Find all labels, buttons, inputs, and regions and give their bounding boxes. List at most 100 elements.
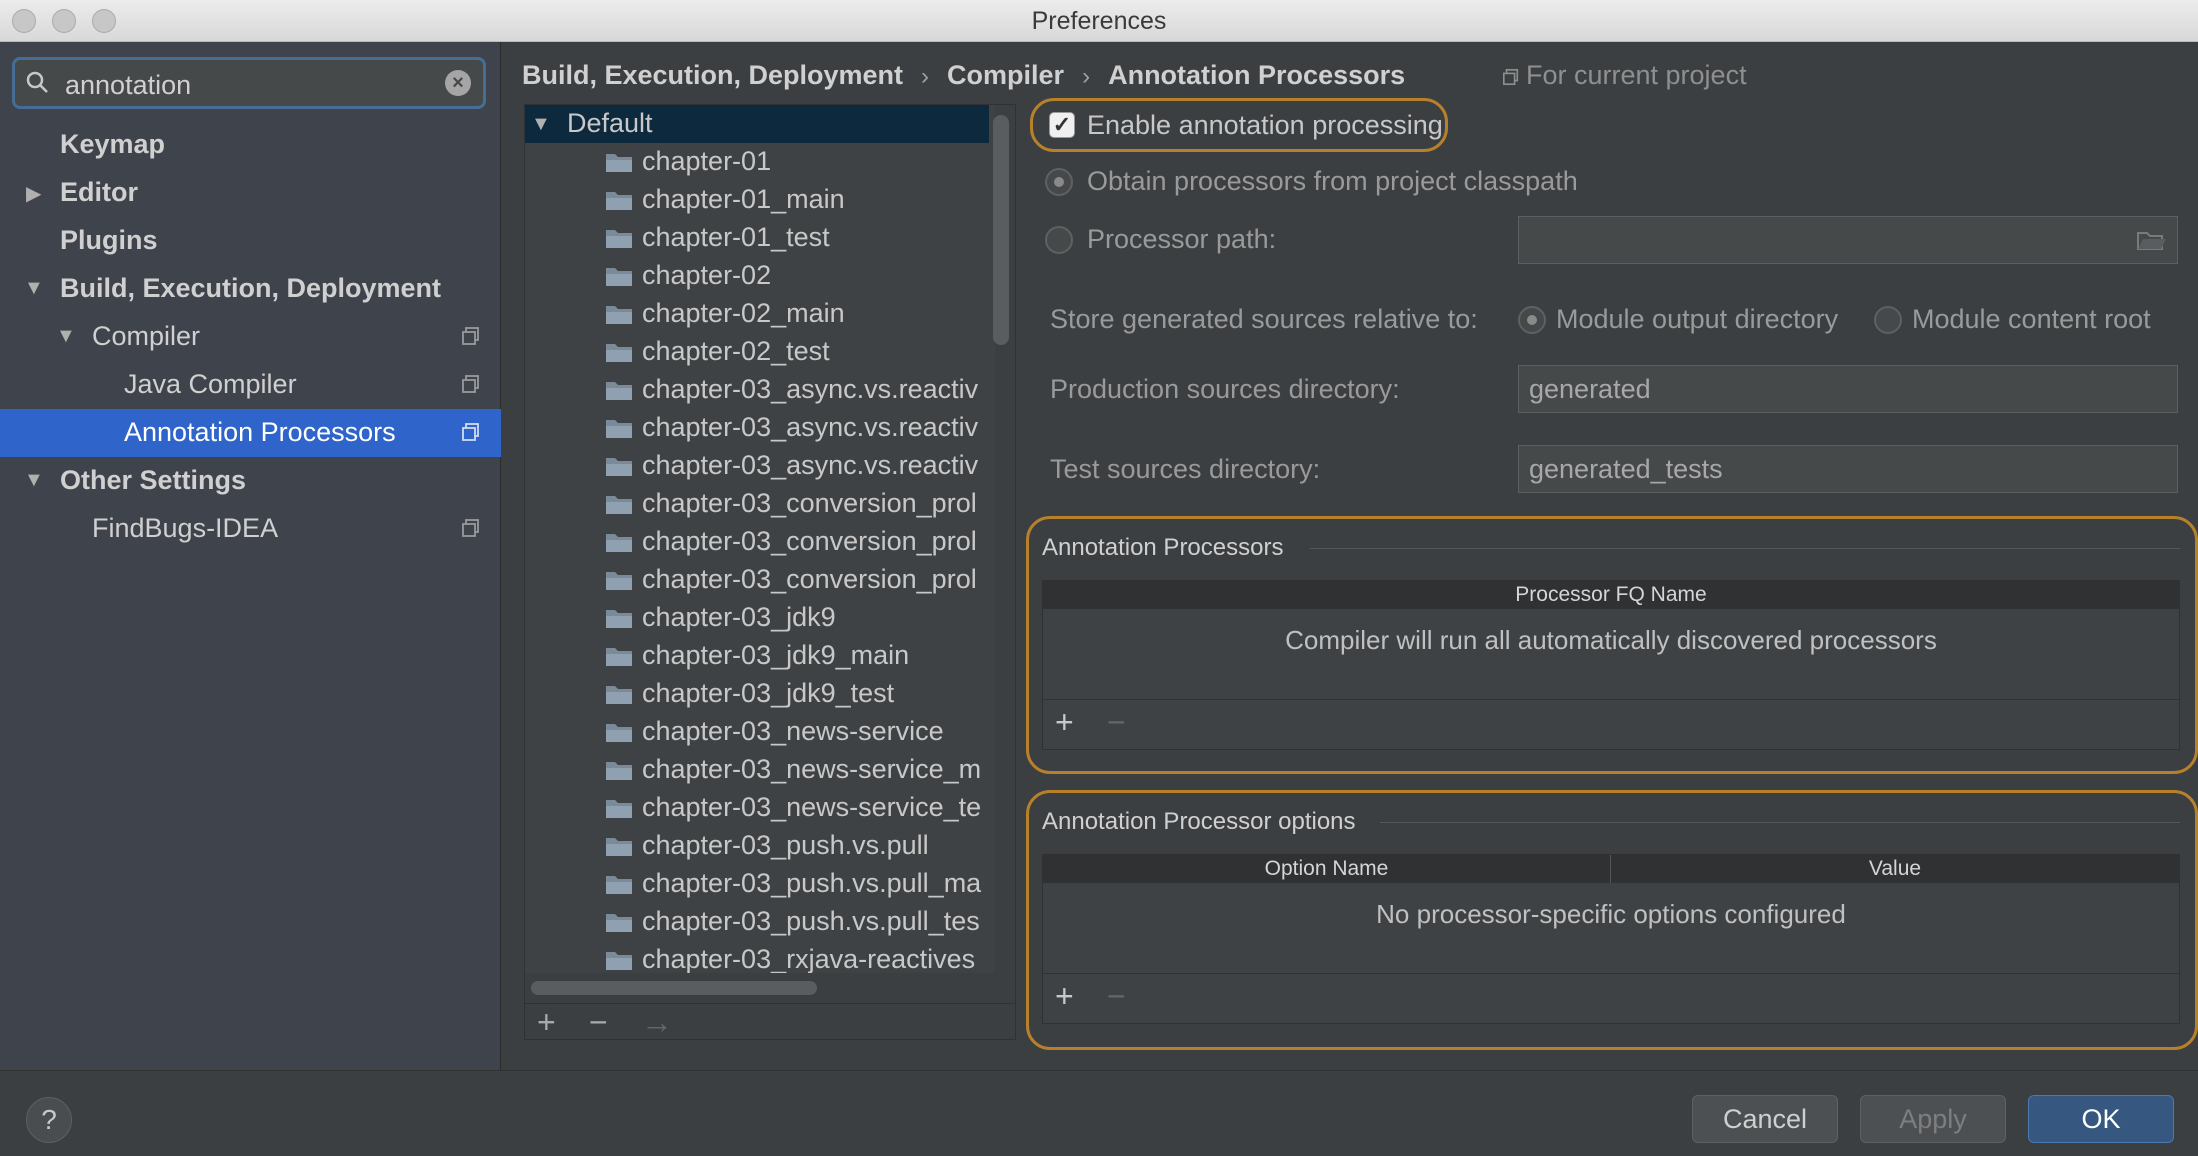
project-scope-icon (1502, 68, 1519, 86)
module-output-label: Module output directory (1556, 304, 1839, 334)
processor-fq-name-header[interactable]: Processor FQ Name (1043, 581, 2179, 609)
tree-item[interactable]: chapter-01 (525, 143, 995, 181)
tree-item-label: chapter-01_main (642, 184, 845, 214)
tree-item-label: chapter-03_news-service_m (642, 754, 982, 784)
module-folder-icon (606, 268, 632, 286)
obtain-from-classpath-label: Obtain processors from project classpath (1087, 166, 1578, 196)
test-sources-label: Test sources directory: (1050, 454, 1321, 484)
tree-item-label: chapter-03_push.vs.pull (642, 830, 929, 860)
remove-module-icon[interactable]: − (589, 1004, 608, 1041)
obtain-from-classpath-radio[interactable] (1045, 168, 1073, 196)
collapse-arrow-icon[interactable]: ▼ (531, 113, 551, 136)
module-content-radio[interactable] (1874, 306, 1902, 334)
sidebar-item-annotation-processors[interactable]: Annotation Processors (0, 409, 501, 457)
project-scope-icon (462, 327, 479, 345)
remove-processor-icon[interactable]: − (1107, 704, 1126, 741)
sidebar-item-label: Keymap (60, 129, 166, 159)
production-sources-field[interactable]: generated (1518, 365, 2178, 413)
sidebar-item-build-execution-deployment[interactable]: ▼ Build, Execution, Deployment (0, 265, 501, 313)
test-sources-field[interactable]: generated_tests (1518, 445, 2178, 493)
settings-content: Build, Execution, Deployment › Compiler › An… (502, 42, 2198, 1070)
sidebar-item-label: FindBugs-IDEA (92, 513, 279, 543)
collapse-arrow-icon[interactable]: ▼ (24, 469, 44, 492)
module-output-radio[interactable] (1518, 306, 1546, 334)
sidebar-item-label: Build, Execution, Deployment (60, 273, 442, 303)
tree-item[interactable]: chapter-03_async.vs.reactiv (525, 409, 995, 447)
tree-horizontal-scrollbar[interactable] (531, 981, 817, 995)
tree-item[interactable]: chapter-03_conversion_prol (525, 523, 995, 561)
breadcrumb-item: Annotation Processors (1108, 60, 1406, 90)
processors-toolbar: + − (1043, 699, 2179, 749)
add-option-icon[interactable]: + (1055, 978, 1074, 1015)
dialog-footer: ? Cancel Apply OK (0, 1070, 2198, 1156)
cancel-button[interactable]: Cancel (1692, 1095, 1838, 1143)
tree-root-default[interactable]: ▼ Default (525, 105, 989, 143)
remove-option-icon[interactable]: − (1107, 978, 1126, 1015)
tree-item[interactable]: chapter-03_conversion_prol (525, 485, 995, 523)
search-input[interactable]: annotation (65, 70, 191, 101)
folder-open-icon[interactable] (2137, 229, 2167, 251)
module-list[interactable]: ▼ Default chapter-01 chapter-01_mainchapt… (525, 105, 995, 973)
ok-button[interactable]: OK (2028, 1095, 2174, 1143)
project-scope-icon (462, 375, 479, 393)
tree-vertical-scrollbar[interactable] (993, 115, 1009, 345)
clear-search-icon[interactable]: × (445, 70, 471, 96)
collapse-arrow-icon[interactable]: ▼ (56, 325, 76, 348)
sidebar-item-label: Plugins (60, 225, 158, 255)
move-module-icon[interactable]: → (641, 1004, 673, 1041)
tree-item[interactable]: chapter-03_jdk9 (525, 599, 995, 637)
tree-item[interactable]: chapter-03_async.vs.reactiv (525, 371, 995, 409)
tree-item[interactable]: chapter-03_news-service (525, 713, 995, 751)
add-module-icon[interactable]: + (537, 1004, 556, 1041)
sidebar-item-editor[interactable]: ▶ Editor (0, 169, 501, 217)
tree-item[interactable]: chapter-03_push.vs.pull_ma (525, 865, 995, 903)
value-header[interactable]: Value (1611, 855, 2179, 883)
breadcrumb: Build, Execution, Deployment › Compiler › An… (522, 60, 1405, 91)
sidebar-item-findbugs-idea[interactable]: FindBugs-IDEA (0, 505, 501, 553)
module-folder-icon (606, 610, 632, 628)
sidebar-item-keymap[interactable]: Keymap (0, 121, 501, 169)
module-folder-icon (606, 572, 632, 590)
tree-item[interactable]: chapter-03_news-service_m (525, 751, 995, 789)
tree-item[interactable]: chapter-03_push.vs.pull_tes (525, 903, 995, 941)
processor-path-label: Processor path: (1087, 224, 1277, 254)
module-folder-icon (606, 876, 632, 894)
expand-arrow-icon[interactable]: ▶ (26, 181, 41, 206)
tree-item[interactable]: chapter-02_main (525, 295, 995, 333)
breadcrumb-separator: › (921, 63, 930, 90)
module-folder-icon (606, 344, 632, 362)
search-field[interactable]: annotation × (12, 57, 486, 109)
tree-item[interactable]: chapter-03_jdk9_test (525, 675, 995, 713)
apply-button[interactable]: Apply (1860, 1095, 2006, 1143)
tree-item[interactable]: chapter-02_test (525, 333, 995, 371)
add-processor-icon[interactable]: + (1055, 704, 1074, 741)
tree-item-label: chapter-03_push.vs.pull_ma (642, 868, 982, 898)
tree-item[interactable]: chapter-01_main (525, 181, 995, 219)
tree-item[interactable]: chapter-03_conversion_prol (525, 561, 995, 599)
tree-item[interactable]: chapter-03_news-service_te (525, 789, 995, 827)
sidebar-item-plugins[interactable]: Plugins (0, 217, 501, 265)
option-name-header[interactable]: Option Name (1043, 855, 1611, 883)
tree-item-label: chapter-03_async.vs.reactiv (642, 412, 979, 442)
sidebar-item-other-settings[interactable]: ▼ Other Settings (0, 457, 501, 505)
sidebar-item-java-compiler[interactable]: Java Compiler (0, 361, 501, 409)
tree-item-label: chapter-03_push.vs.pull_tes (642, 906, 980, 936)
breadcrumb-separator: › (1082, 63, 1091, 90)
help-button[interactable]: ? (26, 1097, 72, 1143)
enable-annotation-processing-checkbox[interactable]: ✓ (1049, 112, 1075, 138)
tree-item-label: chapter-03_jdk9_test (642, 678, 895, 708)
tree-item[interactable]: chapter-02 (525, 257, 995, 295)
collapse-arrow-icon[interactable]: ▼ (24, 277, 44, 300)
tree-item[interactable]: chapter-03_async.vs.reactiv (525, 447, 995, 485)
tree-item[interactable]: chapter-01_test (525, 219, 995, 257)
sidebar-item-compiler[interactable]: ▼ Compiler (0, 313, 501, 361)
processor-path-field[interactable] (1518, 216, 2178, 264)
tree-item-label: chapter-03_news-service (642, 716, 944, 746)
tree-item[interactable]: chapter-03_jdk9_main (525, 637, 995, 675)
tree-item-label: chapter-03_conversion_prol (642, 488, 977, 518)
processor-path-radio[interactable] (1045, 226, 1073, 254)
tree-item[interactable]: chapter-03_push.vs.pull (525, 827, 995, 865)
tree-item[interactable]: chapter-03_rxjava-reactives (525, 941, 995, 973)
sidebar-item-label: Java Compiler (124, 369, 297, 399)
tree-item-label: chapter-03_async.vs.reactiv (642, 450, 979, 480)
